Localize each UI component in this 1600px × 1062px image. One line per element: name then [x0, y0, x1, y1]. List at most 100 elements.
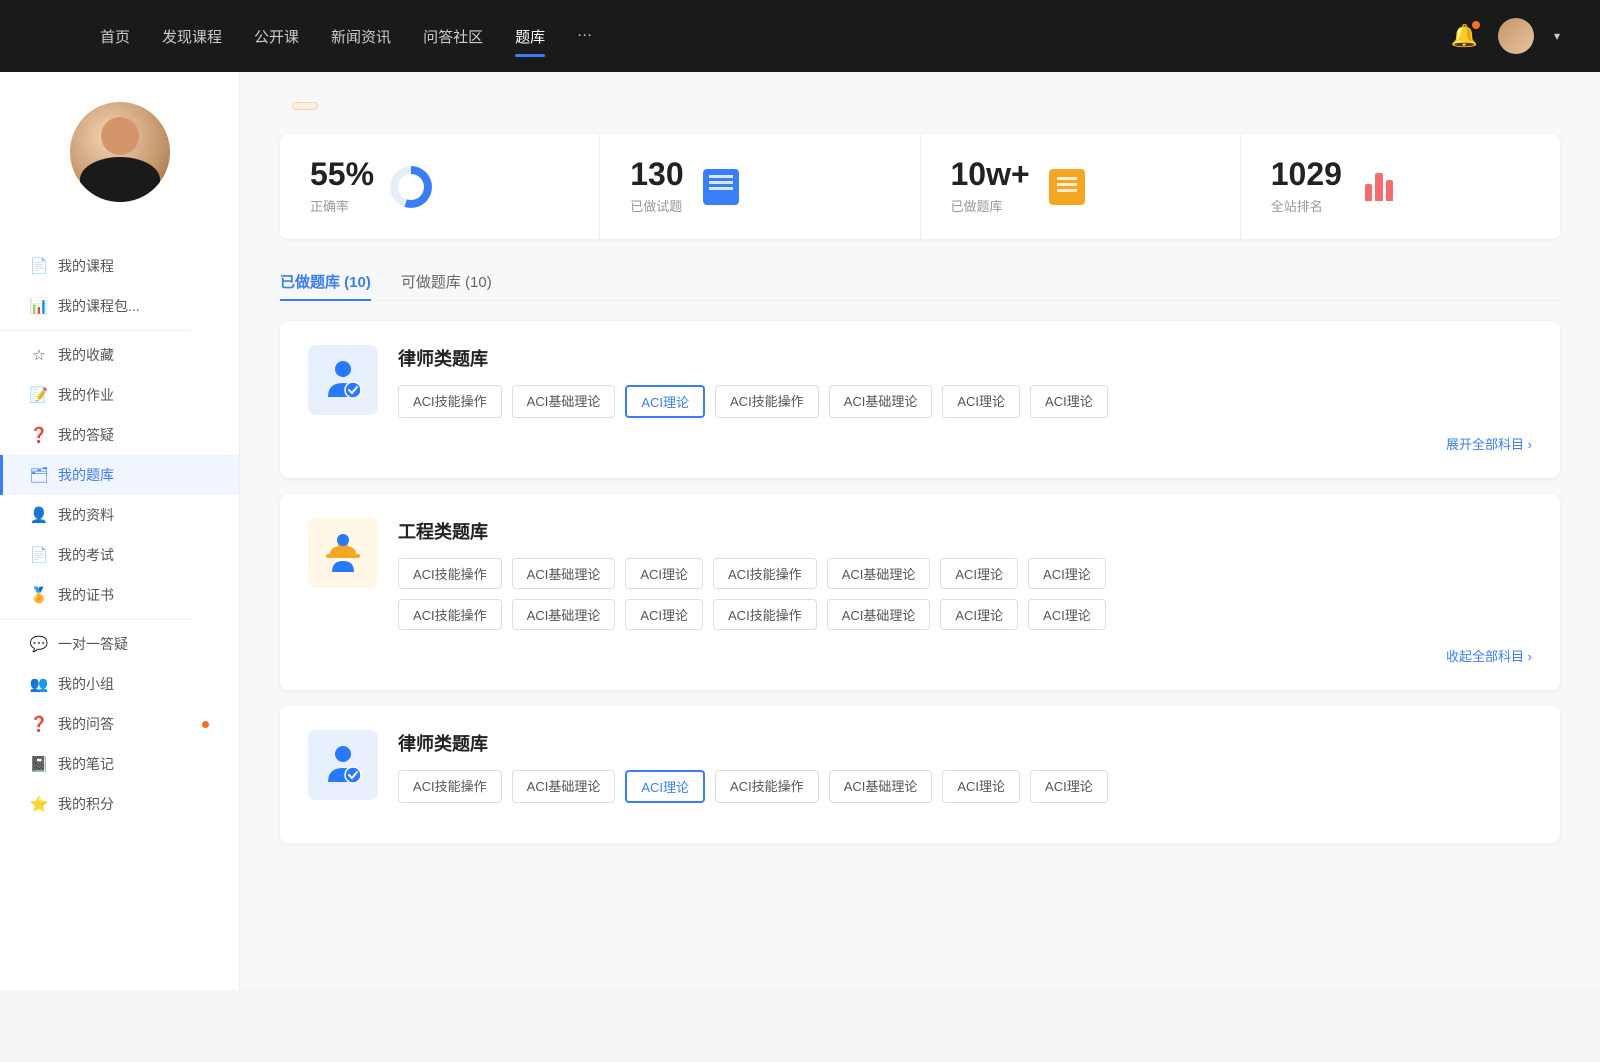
- nav-link-bank[interactable]: 题库: [515, 22, 545, 51]
- sidebar-item-profile[interactable]: 👤 我的资料: [0, 495, 239, 535]
- stat-site-rank: 1029 全站排名: [1241, 134, 1560, 239]
- sidebar-item-course-pack[interactable]: 📊 我的课程包...: [0, 286, 239, 326]
- notification-bell[interactable]: 🔔: [1451, 23, 1478, 49]
- engineer-svg: [318, 528, 368, 578]
- correct-rate-label: 正确率: [310, 196, 374, 215]
- sidebar-item-homework[interactable]: 📝 我的作业: [0, 375, 239, 415]
- sidebar-avatar: [70, 102, 170, 202]
- correct-rate-icon: [390, 166, 432, 208]
- engineer-icon: [308, 518, 378, 588]
- tag-item[interactable]: ACI理论: [942, 385, 1020, 418]
- sidebar-item-my-course[interactable]: 📄 我的课程: [0, 246, 239, 286]
- tag-item[interactable]: ACI理论: [625, 599, 703, 630]
- tag-item[interactable]: ACI基础理论: [827, 599, 931, 630]
- sidebar-item-points[interactable]: ⭐ 我的积分: [0, 784, 239, 824]
- tag-item[interactable]: ACI理论: [940, 558, 1018, 589]
- divider2: [0, 619, 191, 620]
- tag-item[interactable]: ACI技能操作: [398, 558, 502, 589]
- nav-link-home[interactable]: 首页: [100, 22, 130, 51]
- tag-item[interactable]: ACI基础理论: [512, 599, 616, 630]
- tab-available-banks[interactable]: 可做题库 (10): [401, 263, 492, 300]
- bank-title-lawyer2: 律师类题库: [398, 730, 1532, 756]
- tag-item[interactable]: ACI基础理论: [829, 770, 933, 803]
- qa-icon: ❓: [30, 426, 48, 444]
- tag-item[interactable]: ACI技能操作: [398, 770, 502, 803]
- sidebar-item-exam[interactable]: 📄 我的考试: [0, 535, 239, 575]
- tag-item[interactable]: ACI技能操作: [398, 385, 502, 418]
- user-menu-chevron[interactable]: ▾: [1554, 29, 1560, 43]
- points-icon: ⭐: [30, 795, 48, 813]
- doc-gold-icon: [1049, 169, 1085, 205]
- tag-item[interactable]: ACI技能操作: [713, 599, 817, 630]
- homework-icon: 📝: [30, 386, 48, 404]
- nav-link-more[interactable]: ···: [577, 22, 592, 51]
- sidebar-item-1on1[interactable]: 💬 一对一答疑: [0, 624, 239, 664]
- site-rank-label: 全站排名: [1271, 196, 1342, 215]
- sidebar-item-certificate[interactable]: 🏅 我的证书: [0, 575, 239, 615]
- stat-done-questions: 130 已做试题: [600, 134, 920, 239]
- tag-item[interactable]: ACI技能操作: [715, 770, 819, 803]
- course-icon: 📄: [30, 257, 48, 275]
- tag-item[interactable]: ACI基础理论: [512, 385, 616, 418]
- tag-item[interactable]: ACI基础理论: [827, 558, 931, 589]
- done-questions-value: 130: [630, 158, 683, 190]
- tag-item[interactable]: ACI理论: [1030, 385, 1108, 418]
- tags-row-engineer2: ACI技能操作 ACI基础理论 ACI理论 ACI技能操作 ACI基础理论 AC…: [398, 599, 1532, 630]
- sidebar-item-favorites[interactable]: ☆ 我的收藏: [0, 335, 239, 375]
- nav-link-open[interactable]: 公开课: [254, 22, 299, 51]
- bank-card-lawyer1: 律师类题库 ACI技能操作 ACI基础理论 ACI理论 ACI技能操作 ACI基…: [280, 321, 1560, 478]
- unread-dot: [202, 721, 209, 728]
- tag-item[interactable]: ACI理论: [625, 558, 703, 589]
- bank-title-engineer: 工程类题库: [398, 518, 1532, 544]
- collapse-link-engineer[interactable]: 收起全部科目: [1446, 649, 1532, 664]
- done-questions-icon: [700, 166, 742, 208]
- tag-item[interactable]: ACI理论: [940, 599, 1018, 630]
- stat-correct-rate: 55% 正确率: [280, 134, 600, 239]
- tag-item[interactable]: ACI理论: [942, 770, 1020, 803]
- tag-item[interactable]: ACI技能操作: [715, 385, 819, 418]
- tag-item[interactable]: ACI基础理论: [829, 385, 933, 418]
- trial-badge: [292, 102, 318, 110]
- bank-footer-engineer: 收起全部科目: [308, 646, 1532, 666]
- notification-dot: [1472, 21, 1480, 29]
- sidebar-item-notes[interactable]: 📓 我的笔记: [0, 744, 239, 784]
- tag-item[interactable]: ACI理论: [1028, 599, 1106, 630]
- group-icon: 👥: [30, 675, 48, 693]
- nav-link-news[interactable]: 新闻资讯: [331, 22, 391, 51]
- lawyer-svg2: [318, 740, 368, 790]
- tag-item[interactable]: ACI理论: [1030, 770, 1108, 803]
- sidebar-item-qa[interactable]: ❓ 我的答疑: [0, 415, 239, 455]
- cert-icon: 🏅: [30, 586, 48, 604]
- bar-red-icon: [1361, 169, 1397, 205]
- page-header: [280, 102, 1560, 110]
- doc-blue-icon: [703, 169, 739, 205]
- tag-item-active[interactable]: ACI理论: [625, 770, 705, 803]
- lawyer-svg1: [318, 355, 368, 405]
- done-questions-label: 已做试题: [630, 196, 683, 215]
- tag-item-active[interactable]: ACI理论: [625, 385, 705, 418]
- tag-item[interactable]: ACI技能操作: [398, 599, 502, 630]
- nav-link-qa[interactable]: 问答社区: [423, 22, 483, 51]
- user-avatar[interactable]: [1498, 18, 1534, 54]
- tab-done-banks[interactable]: 已做题库 (10): [280, 263, 371, 300]
- stats-row: 55% 正确率 130 已做试题 10w+: [280, 134, 1560, 239]
- tag-item[interactable]: ACI理论: [1028, 558, 1106, 589]
- bank-card-engineer: 工程类题库 ACI技能操作 ACI基础理论 ACI理论 ACI技能操作 ACI基…: [280, 494, 1560, 690]
- tabs-row: 已做题库 (10) 可做题库 (10): [280, 263, 1560, 301]
- site-rank-value: 1029: [1271, 158, 1342, 190]
- nav-link-discover[interactable]: 发现课程: [162, 22, 222, 51]
- divider1: [0, 330, 191, 331]
- sidebar-item-group[interactable]: 👥 我的小组: [0, 664, 239, 704]
- tag-item[interactable]: ACI技能操作: [713, 558, 817, 589]
- sidebar-item-question-bank[interactable]: 🗂 我的题库: [0, 455, 239, 495]
- main-content: 55% 正确率 130 已做试题 10w+: [240, 72, 1600, 990]
- done-banks-icon: [1046, 166, 1088, 208]
- tag-item[interactable]: ACI基础理论: [512, 770, 616, 803]
- sidebar-item-my-qa[interactable]: ❓ 我的问答: [0, 704, 239, 744]
- tag-item[interactable]: ACI基础理论: [512, 558, 616, 589]
- tags-row-lawyer2: ACI技能操作 ACI基础理论 ACI理论 ACI技能操作 ACI基础理论 AC…: [398, 770, 1532, 803]
- nav-right: 🔔 ▾: [1431, 18, 1560, 54]
- site-rank-icon: [1358, 166, 1400, 208]
- expand-link-lawyer1[interactable]: 展开全部科目: [1446, 437, 1532, 452]
- main-layout: 📄 我的课程 📊 我的课程包... ☆ 我的收藏 📝 我的作业 ❓ 我的答疑 �: [0, 72, 1600, 990]
